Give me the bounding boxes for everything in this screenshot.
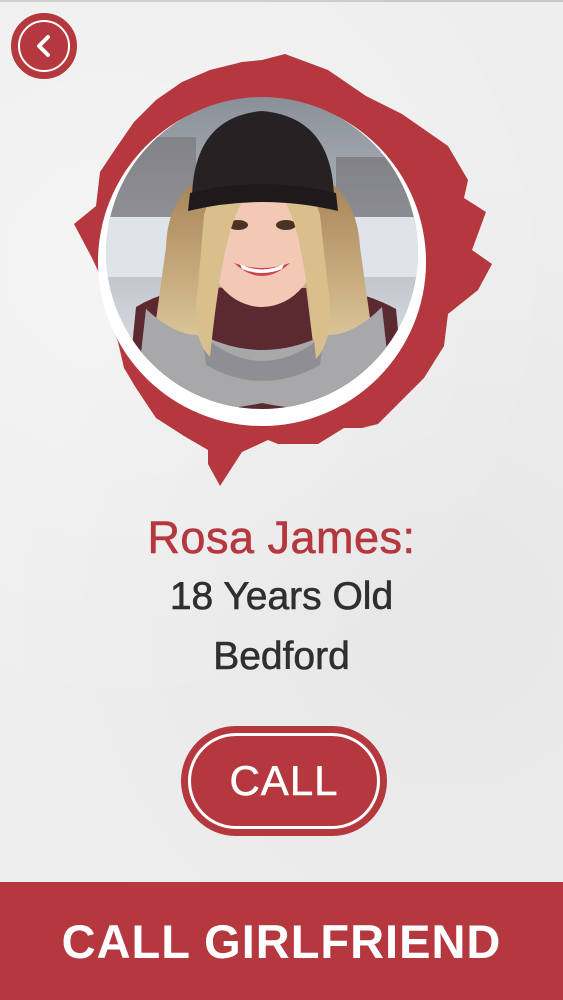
avatar <box>106 97 418 409</box>
chevron-left-icon <box>37 35 50 57</box>
call-button-label: CALL <box>229 757 339 805</box>
bottom-title-bar: CALL GIRLFRIEND <box>0 882 563 1000</box>
avatar-photo-illustration <box>106 97 418 409</box>
page-title: CALL GIRLFRIEND <box>61 914 502 968</box>
profile-age: 18 Years Old <box>169 575 394 619</box>
profile-city: Bedford <box>213 635 350 679</box>
call-button[interactable]: CALL <box>181 726 387 836</box>
back-button[interactable] <box>11 13 77 79</box>
profile-name: Rosa James: <box>147 512 416 564</box>
